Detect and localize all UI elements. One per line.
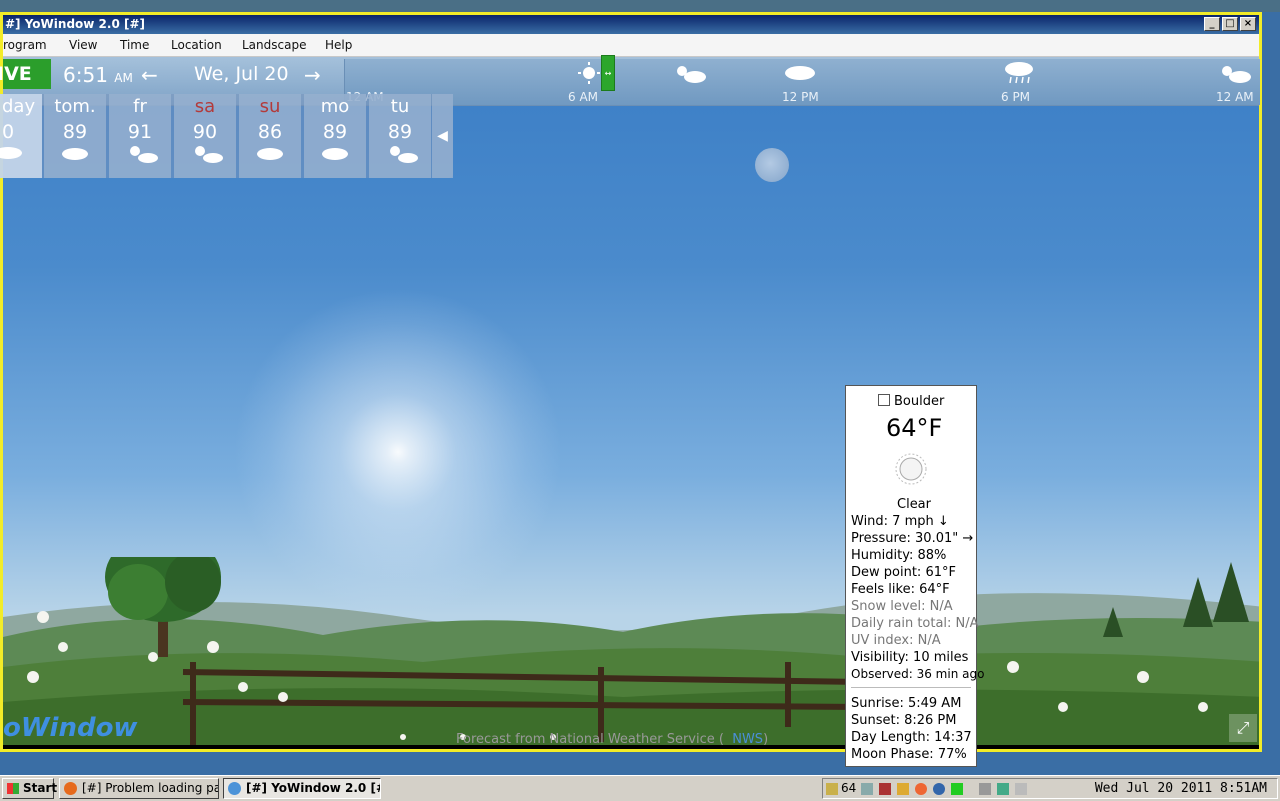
task-firefox[interactable]: [#] Problem loading pag... [59,778,219,799]
menu-view[interactable]: View [69,38,97,52]
status-icon[interactable] [951,783,963,795]
rain-total: Daily rain total: N/A [851,616,979,631]
cloud-icon [257,148,283,160]
forecast-panel: day 0 tom. 89 fr 91 sa 90 su 86 mo 89 tu… [0,94,453,178]
battery-icon[interactable] [997,783,1009,795]
divider [851,687,971,688]
window-title: #] YoWindow 2.0 [#] [5,17,145,31]
forecast-day[interactable]: day 0 [0,94,42,178]
humidity: Humidity: 88% [851,548,947,563]
live-button[interactable]: IVE [0,59,51,89]
start-button[interactable]: Start [2,778,57,799]
speaker-icon[interactable] [879,783,891,795]
sun-icon [895,453,927,485]
sun-icon [578,62,600,84]
menu-program[interactable]: rogram [3,38,47,52]
condition: Clear [897,497,931,512]
menu-location[interactable]: Location [171,38,222,52]
shield-icon[interactable] [897,783,909,795]
cloud-icon [322,148,348,160]
forecast-source: Forecast from National Weather Service (… [456,732,769,747]
weather-info-popup: Boulder 64°F Clear Wind: 7 mph ↓ Pressur… [845,385,984,767]
snow-level: Snow level: N/A [851,599,953,614]
taskbar: Start [#] Problem loading pag... [#] YoW… [0,775,1280,801]
home-icon [878,394,890,406]
feels-like: Feels like: 64°F [851,582,950,597]
sunrise: Sunrise: 5:49 AM [851,696,962,711]
update-icon[interactable] [915,783,927,795]
next-day-arrow[interactable]: → [304,63,321,87]
menu-help[interactable]: Help [325,38,352,52]
title-bar[interactable]: #] YoWindow 2.0 [#] _ □ × [3,15,1259,34]
moon-phase: Moon Phase: 77% [851,747,967,762]
menu-landscape[interactable]: Landscape [242,38,306,52]
partly-sunny-icon [677,66,706,83]
minimize-button[interactable]: _ [1204,17,1220,31]
forecast-day[interactable]: tom. 89 [44,94,106,178]
tl-label-6pm: 6 PM [1001,90,1031,104]
tl-label-12am-end: 12 AM [1216,90,1254,104]
cloud-icon [0,147,22,159]
sunset: Sunset: 8:26 PM [851,713,957,728]
monitor-icon[interactable] [861,783,873,795]
tl-label-6am: 6 AM [568,90,599,104]
cloud-icon [785,66,815,80]
partly-sunny-icon [130,146,158,163]
close-button[interactable]: × [1240,17,1256,31]
forecast-day[interactable]: fr 91 [109,94,171,178]
firefox-icon [64,782,77,795]
uv-index: UV index: N/A [851,633,941,648]
tl-label-12pm: 12 PM [782,90,819,104]
pressure: Pressure: 30.01" → [851,531,974,546]
visibility: Visibility: 10 miles [851,650,969,665]
yowindow-logo[interactable]: oWindow [3,713,137,743]
tray-temperature: 64 [841,781,857,795]
current-time: 6:51 AM [63,63,133,87]
nws-link[interactable]: NWS [732,732,763,747]
network-icon[interactable] [933,783,945,795]
location-row: Boulder [878,394,944,409]
day-length: Day Length: 14:37 [851,730,972,745]
location-name: Boulder [894,394,945,409]
maximize-button[interactable]: □ [1222,17,1238,31]
menu-time[interactable]: Time [120,38,149,52]
partly-sunny-icon [390,146,418,163]
landscape-hills [3,557,1259,749]
volume-icon[interactable] [1015,783,1027,795]
task-yowindow[interactable]: [#] YoWindow 2.0 [#] [223,778,381,799]
forecast-day[interactable]: tu 89 [369,94,431,178]
desktop-strip [0,0,1280,12]
windows-logo-icon [7,783,19,794]
forecast-day[interactable]: mo 89 [304,94,366,178]
system-tray: 64 Wed Jul 20 2011 8:51AM [822,778,1278,799]
forecast-day[interactable]: sa 90 [174,94,236,178]
hourly-timeline[interactable]: 12 AM 6 AM 12 PM 6 PM 12 AM [344,59,1260,105]
current-date: We, Jul 20 [194,63,289,85]
forecast-day[interactable]: su 86 [239,94,301,178]
fullscreen-icon[interactable]: ⤢ [1229,714,1257,742]
collapse-forecast-icon[interactable]: ◀ [432,94,453,178]
usb-icon[interactable] [979,783,991,795]
dew-point: Dew point: 61°F [851,565,956,580]
wind: Wind: 7 mph ↓ [851,514,949,529]
weather-tray-icon[interactable] [826,783,838,795]
partly-sunny-icon [1222,66,1251,83]
moon-icon [755,148,789,182]
rain-cloud-icon [1005,62,1033,84]
partly-sunny-icon [195,146,223,163]
current-temp: 64°F [886,414,943,442]
prev-day-arrow[interactable]: ← [141,63,158,87]
system-clock[interactable]: Wed Jul 20 2011 8:51AM [1095,781,1267,796]
yowindow-icon [228,782,241,795]
timeline-cursor[interactable]: ↔ [601,55,615,91]
menu-bar: rogram View Time Location Landscape Help [3,34,1259,57]
observed: Observed: 36 min ago [851,667,985,681]
cloud-icon [62,148,88,160]
